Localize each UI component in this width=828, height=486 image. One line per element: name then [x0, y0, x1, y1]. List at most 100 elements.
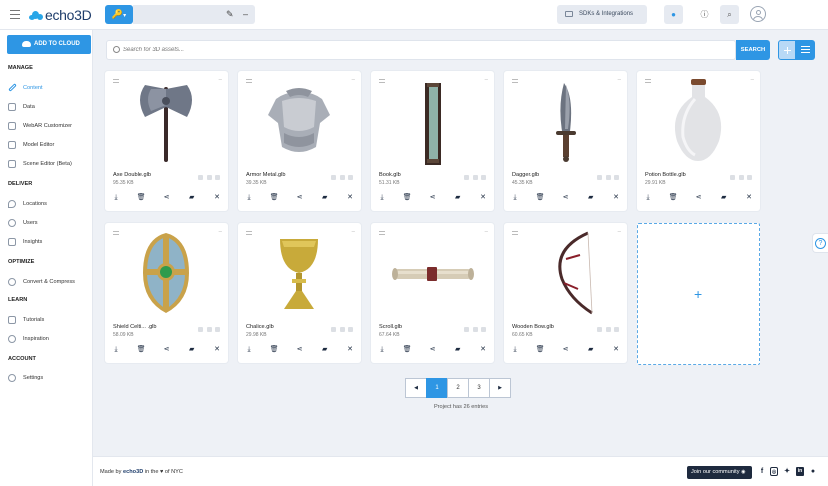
footer-brand[interactable]: echo3D — [123, 469, 143, 475]
add-folder-icon[interactable]: ▰ — [586, 193, 596, 203]
sidebar-item-settings[interactable]: Settings — [0, 370, 93, 386]
more-icon[interactable]: – — [219, 77, 222, 83]
drag-handle-icon[interactable] — [512, 79, 518, 83]
asset-card[interactable]: – Axe Double.glb 95.35 KB ⤓ 🗑 ⋖ ▰ ✕ — [105, 71, 228, 211]
more-icon[interactable]: – — [485, 229, 488, 235]
expand-icon[interactable]: ✕ — [611, 193, 621, 203]
delete-icon[interactable]: 🗑 — [136, 193, 146, 203]
asset-card[interactable]: – Potion Bottle.glb 29.91 KB ⤓ 🗑 ⋖ ▰ ✕ — [637, 71, 760, 211]
more-icon[interactable]: – — [618, 229, 621, 235]
delete-icon[interactable]: 🗑 — [535, 345, 545, 355]
asset-card[interactable]: – Dagger.glb 45.35 KB ⤓ 🗑 ⋖ ▰ ✕ — [504, 71, 627, 211]
add-folder-icon[interactable]: ▰ — [586, 345, 596, 355]
next-page-button[interactable]: ▶ — [489, 378, 511, 398]
expand-icon[interactable]: ✕ — [345, 193, 355, 203]
drag-handle-icon[interactable] — [246, 231, 252, 235]
sidebar-item-locations[interactable]: Locations — [0, 196, 93, 212]
download-icon[interactable]: ⤓ — [111, 345, 121, 355]
delete-icon[interactable]: 🗑 — [402, 193, 412, 203]
drag-handle-icon[interactable] — [113, 231, 119, 235]
page-button[interactable]: 3 — [468, 378, 490, 398]
prev-page-button[interactable]: ◀ — [405, 378, 427, 398]
download-icon[interactable]: ⤓ — [377, 193, 387, 203]
page-button[interactable]: 2 — [447, 378, 469, 398]
help-button[interactable]: ? — [812, 233, 828, 253]
share-icon[interactable]: ⋖ — [295, 345, 305, 355]
user-avatar-icon[interactable] — [750, 6, 766, 22]
twitter-icon[interactable]: ✦ — [783, 467, 791, 476]
sidebar-item-users[interactable]: Users — [0, 215, 93, 231]
github-icon[interactable]: ● — [809, 467, 817, 476]
add-folder-icon[interactable]: ▰ — [453, 345, 463, 355]
storage-button[interactable]: ● — [664, 5, 683, 24]
add-folder-icon[interactable]: ▰ — [453, 193, 463, 203]
info-button[interactable]: ⓘ — [695, 5, 714, 24]
drag-handle-icon[interactable] — [379, 79, 385, 83]
add-folder-icon[interactable]: ▰ — [320, 345, 330, 355]
sidebar-item-insights[interactable]: Insights — [0, 234, 93, 250]
download-icon[interactable]: ⤓ — [643, 193, 653, 203]
expand-icon[interactable]: ✕ — [212, 345, 222, 355]
more-icon[interactable]: – — [352, 77, 355, 83]
minus-icon[interactable]: – — [243, 9, 248, 19]
delete-icon[interactable]: 🗑 — [535, 193, 545, 203]
expand-icon[interactable]: ✕ — [212, 193, 222, 203]
sidebar-item-scene-editor[interactable]: Scene Editor (Beta) — [0, 156, 93, 172]
api-key-button[interactable]: 🔑▾ — [105, 5, 133, 24]
page-button[interactable]: 1 — [426, 378, 448, 398]
add-folder-icon[interactable]: ▰ — [320, 193, 330, 203]
share-icon[interactable]: ⋖ — [561, 345, 571, 355]
download-icon[interactable]: ⤓ — [377, 345, 387, 355]
drag-handle-icon[interactable] — [379, 231, 385, 235]
download-icon[interactable]: ⤓ — [244, 193, 254, 203]
download-icon[interactable]: ⤓ — [244, 345, 254, 355]
sidebar-item-model-editor[interactable]: Model Editor — [0, 137, 93, 153]
drag-handle-icon[interactable] — [512, 231, 518, 235]
expand-icon[interactable]: ✕ — [345, 345, 355, 355]
more-icon[interactable]: – — [751, 77, 754, 83]
expand-icon[interactable]: ✕ — [744, 193, 754, 203]
share-icon[interactable]: ⋖ — [428, 345, 438, 355]
expand-icon[interactable]: ✕ — [478, 193, 488, 203]
share-icon[interactable]: ⋖ — [162, 345, 172, 355]
add-folder-icon[interactable]: ▰ — [187, 193, 197, 203]
asset-card[interactable]: – Shield Celti... .glb 58.09 KB ⤓ 🗑 ⋖ ▰ ✕ — [105, 223, 228, 363]
expand-icon[interactable]: ✕ — [478, 345, 488, 355]
edit-icon[interactable]: ✎ — [226, 9, 234, 20]
share-icon[interactable]: ⋖ — [162, 193, 172, 203]
share-icon[interactable]: ⋖ — [428, 193, 438, 203]
linkedin-icon[interactable]: in — [796, 467, 804, 476]
sidebar-item-data[interactable]: Data — [0, 99, 93, 115]
download-icon[interactable]: ⤓ — [510, 193, 520, 203]
delete-icon[interactable]: 🗑 — [668, 193, 678, 203]
more-icon[interactable]: – — [219, 229, 222, 235]
join-community-button[interactable]: Join our community ◉ — [687, 466, 752, 479]
expand-icon[interactable]: ✕ — [611, 345, 621, 355]
sidebar-item-inspiration[interactable]: Inspiration — [0, 331, 93, 347]
share-icon[interactable]: ⋖ — [561, 193, 571, 203]
drag-handle-icon[interactable] — [645, 79, 651, 83]
sdks-integrations-button[interactable]: SDKs & Integrations — [557, 5, 647, 24]
share-icon[interactable]: ⋖ — [694, 193, 704, 203]
asset-card[interactable]: – Armor Metal.glb 39.35 KB ⤓ 🗑 ⋖ ▰ ✕ — [238, 71, 361, 211]
add-folder-icon[interactable]: ▰ — [187, 345, 197, 355]
instagram-icon[interactable]: ◎ — [770, 467, 778, 476]
search-button[interactable]: SEARCH — [736, 40, 770, 60]
drag-handle-icon[interactable] — [246, 79, 252, 83]
sidebar-item-tutorials[interactable]: Tutorials — [0, 312, 93, 328]
more-icon[interactable]: – — [352, 229, 355, 235]
grid-view-toggle-icon[interactable] — [778, 40, 796, 60]
sidebar-item-webar-customizer[interactable]: WebAR Customizer — [0, 118, 93, 134]
sidebar-item-convert-compress[interactable]: Convert & Compress — [0, 274, 93, 290]
delete-icon[interactable]: 🗑 — [269, 345, 279, 355]
download-icon[interactable]: ⤓ — [111, 193, 121, 203]
logo[interactable]: echo3D — [29, 7, 92, 23]
add-to-cloud-button[interactable]: ADD TO CLOUD — [7, 35, 91, 54]
download-icon[interactable]: ⤓ — [510, 345, 520, 355]
sidebar-item-content[interactable]: Content — [0, 80, 93, 96]
facebook-icon[interactable]: f — [758, 467, 766, 476]
search-button-top[interactable]: ⌕ — [720, 5, 739, 24]
drag-handle-icon[interactable] — [113, 79, 119, 83]
asset-card[interactable]: – Scroll.glb 67.64 KB ⤓ 🗑 ⋖ ▰ ✕ — [371, 223, 494, 363]
list-view-toggle-icon[interactable] — [796, 40, 815, 60]
